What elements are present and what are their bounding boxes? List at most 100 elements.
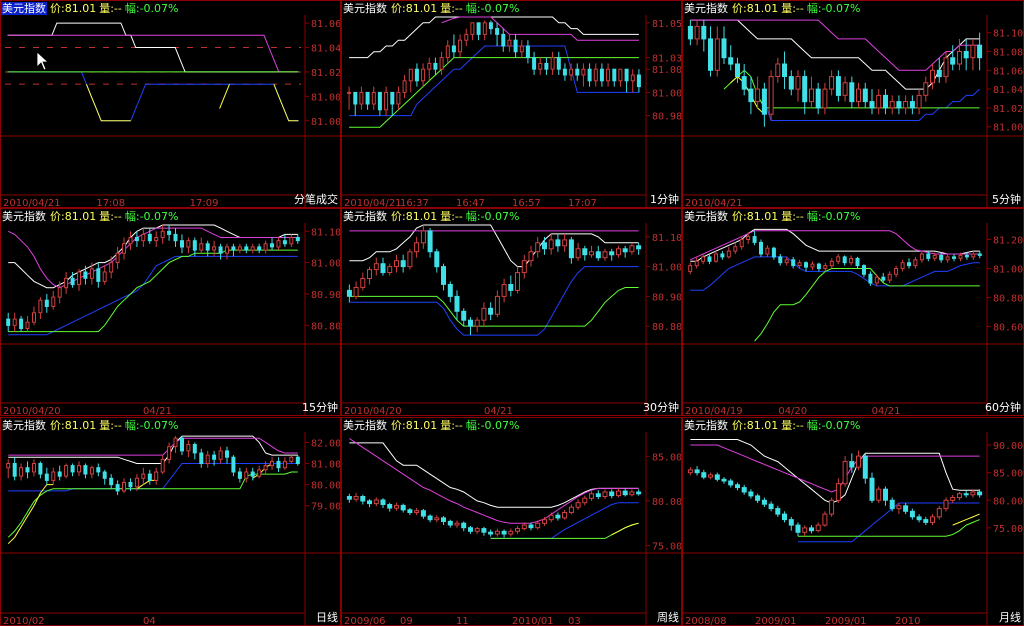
candle-up <box>688 265 693 272</box>
candle-up <box>408 68 413 82</box>
instrument-name: 美元指数 <box>343 210 387 223</box>
candle-down <box>83 271 88 279</box>
candle-down <box>173 233 178 242</box>
volume-readout: 量:-- <box>781 2 804 15</box>
candle-down <box>461 522 467 529</box>
chart-panel-5min[interactable]: 美元指数 价:81.01 量:-- 幅:-0.07% 5分钟 81.10 81.08 81.0… <box>682 0 1024 208</box>
chart-panel-60min[interactable]: 美元指数 价:81.01 量:-- 幅:-0.07% 60分钟 81.20 81.00 80.… <box>682 208 1024 416</box>
candle-down <box>804 262 808 268</box>
candle-down <box>926 253 931 259</box>
candle-up <box>849 257 854 264</box>
candle-down <box>147 233 152 242</box>
chart-panel-weekly[interactable]: 美元指数 价:81.01 量:-- 幅:-0.07% 周线 85.00 80.00 75.00… <box>341 417 682 626</box>
chart-panel-30min[interactable]: 美元指数 价:81.01 量:-- 幅:-0.07% 30分钟 81.10 81.00 80.… <box>341 208 682 416</box>
timeframe-label[interactable]: 1分钟 <box>650 193 679 206</box>
candle-up <box>421 68 426 82</box>
x-tick-label: 2009/01 <box>755 616 797 626</box>
candle-up <box>542 519 547 524</box>
y-tick-label: 81.00 <box>993 265 1023 276</box>
change-readout: 幅:-0.07% <box>465 2 520 15</box>
candle-down <box>849 82 855 103</box>
candle-up <box>458 39 463 53</box>
quote-header: 美元指数 价:81.01 量:-- 幅:-0.07% <box>683 418 860 433</box>
timeframe-label[interactable]: 周线 <box>657 611 679 624</box>
timeframe-label[interactable]: 30分钟 <box>643 401 679 414</box>
chart-panel-tick[interactable]: 美元指数 价:81.01 量:-- 幅:-0.07% 分笔成交 81.06 81.04 81.… <box>0 0 341 208</box>
candle-down <box>19 318 24 329</box>
candle-up <box>347 91 352 94</box>
volume-readout: 量:-- <box>440 419 463 432</box>
candle-down <box>532 57 537 70</box>
candle-down <box>96 268 101 282</box>
x-tick-label: 2010/04/20 <box>3 406 61 416</box>
chart-panel-15min[interactable]: 美元指数 价:81.01 量:-- 幅:-0.07% 15分钟 81.10 81.00 80.… <box>0 208 341 416</box>
candle-down <box>414 68 419 82</box>
timeframe-label[interactable]: 5分钟 <box>992 193 1021 206</box>
candle-up <box>51 471 56 481</box>
candle-up <box>32 312 36 323</box>
timeframe-label[interactable]: 15分钟 <box>302 401 338 414</box>
candle-up <box>708 474 713 478</box>
candle-down <box>896 101 902 109</box>
candle-up <box>629 491 635 496</box>
indicator-line-magenta <box>690 444 980 493</box>
candle-down <box>488 307 494 315</box>
candle-down <box>842 256 847 264</box>
x-tick-label: 17:08 <box>96 198 125 208</box>
candle-up <box>593 68 598 82</box>
candle-down <box>525 45 530 59</box>
candle-up <box>874 276 879 284</box>
candle-up <box>971 253 976 258</box>
candle-down <box>809 527 814 532</box>
candle-up <box>77 271 81 285</box>
candle-down <box>225 450 229 458</box>
candle-down <box>862 455 868 479</box>
candle-down <box>231 456 236 473</box>
candle-down <box>180 437 184 452</box>
price-chart: 81.20 81.00 80.80 80.60 2010/04/19 04/20 04/21 <box>683 223 1023 415</box>
chart-panel-daily[interactable]: 美元指数 价:81.01 量:-- 幅:-0.07% 日线 82.00 81.00 80.00… <box>0 417 341 626</box>
candle-down <box>488 22 493 30</box>
candle-up <box>582 497 588 504</box>
x-tick-label: 2010/02 <box>3 616 45 626</box>
indicator-line-blue <box>690 256 980 291</box>
candle-up <box>102 271 107 282</box>
y-tick-label: 81.00 <box>993 123 1023 134</box>
candle-down <box>768 503 774 510</box>
timeframe-label[interactable]: 60分钟 <box>985 401 1021 414</box>
timeframe-label[interactable]: 月线 <box>999 611 1021 624</box>
timeframe-label[interactable]: 分笔成交 <box>294 193 338 206</box>
candle-up <box>257 469 262 477</box>
instrument-name: 美元指数 <box>343 2 387 15</box>
chart-panel-monthly[interactable]: 美元指数 价:81.01 量:-- 幅:-0.07% 月线 90.00 85.00 80.00… <box>682 417 1024 626</box>
candle-down <box>694 469 700 474</box>
candle-up <box>218 450 223 460</box>
candle-down <box>815 88 821 109</box>
candle-up <box>726 250 731 258</box>
x-tick-label: 2010/01 <box>512 616 554 626</box>
candle-up <box>64 277 69 289</box>
candle-down <box>38 463 43 475</box>
candle-up <box>122 482 126 492</box>
candle-up <box>602 251 608 259</box>
candle-up <box>89 268 94 279</box>
indicator-line-magenta <box>8 437 298 456</box>
candle-down <box>855 257 860 267</box>
candle-up <box>38 299 43 314</box>
y-tick-label: 81.10 <box>993 29 1023 40</box>
candle-up <box>829 499 835 515</box>
candle-down <box>708 38 713 71</box>
x-tick-label: 16:37 <box>400 198 429 208</box>
candle-down <box>868 273 873 284</box>
candle-up <box>289 237 294 245</box>
candle-up <box>528 251 534 262</box>
chart-panel-1min[interactable]: 美元指数 价:81.01 量:-- 幅:-0.07% 1分钟 81.05 81.03 81.0… <box>341 0 682 208</box>
instrument-name: 美元指数 <box>2 419 46 432</box>
y-tick-label: 80.60 <box>993 323 1023 334</box>
candle-up <box>434 517 440 521</box>
candle-up <box>494 295 500 315</box>
y-tick-label: 80.00 <box>993 496 1023 507</box>
indicator-line-green <box>349 287 639 327</box>
indicator-line-magenta <box>7 34 299 73</box>
timeframe-label[interactable]: 日线 <box>316 611 338 624</box>
